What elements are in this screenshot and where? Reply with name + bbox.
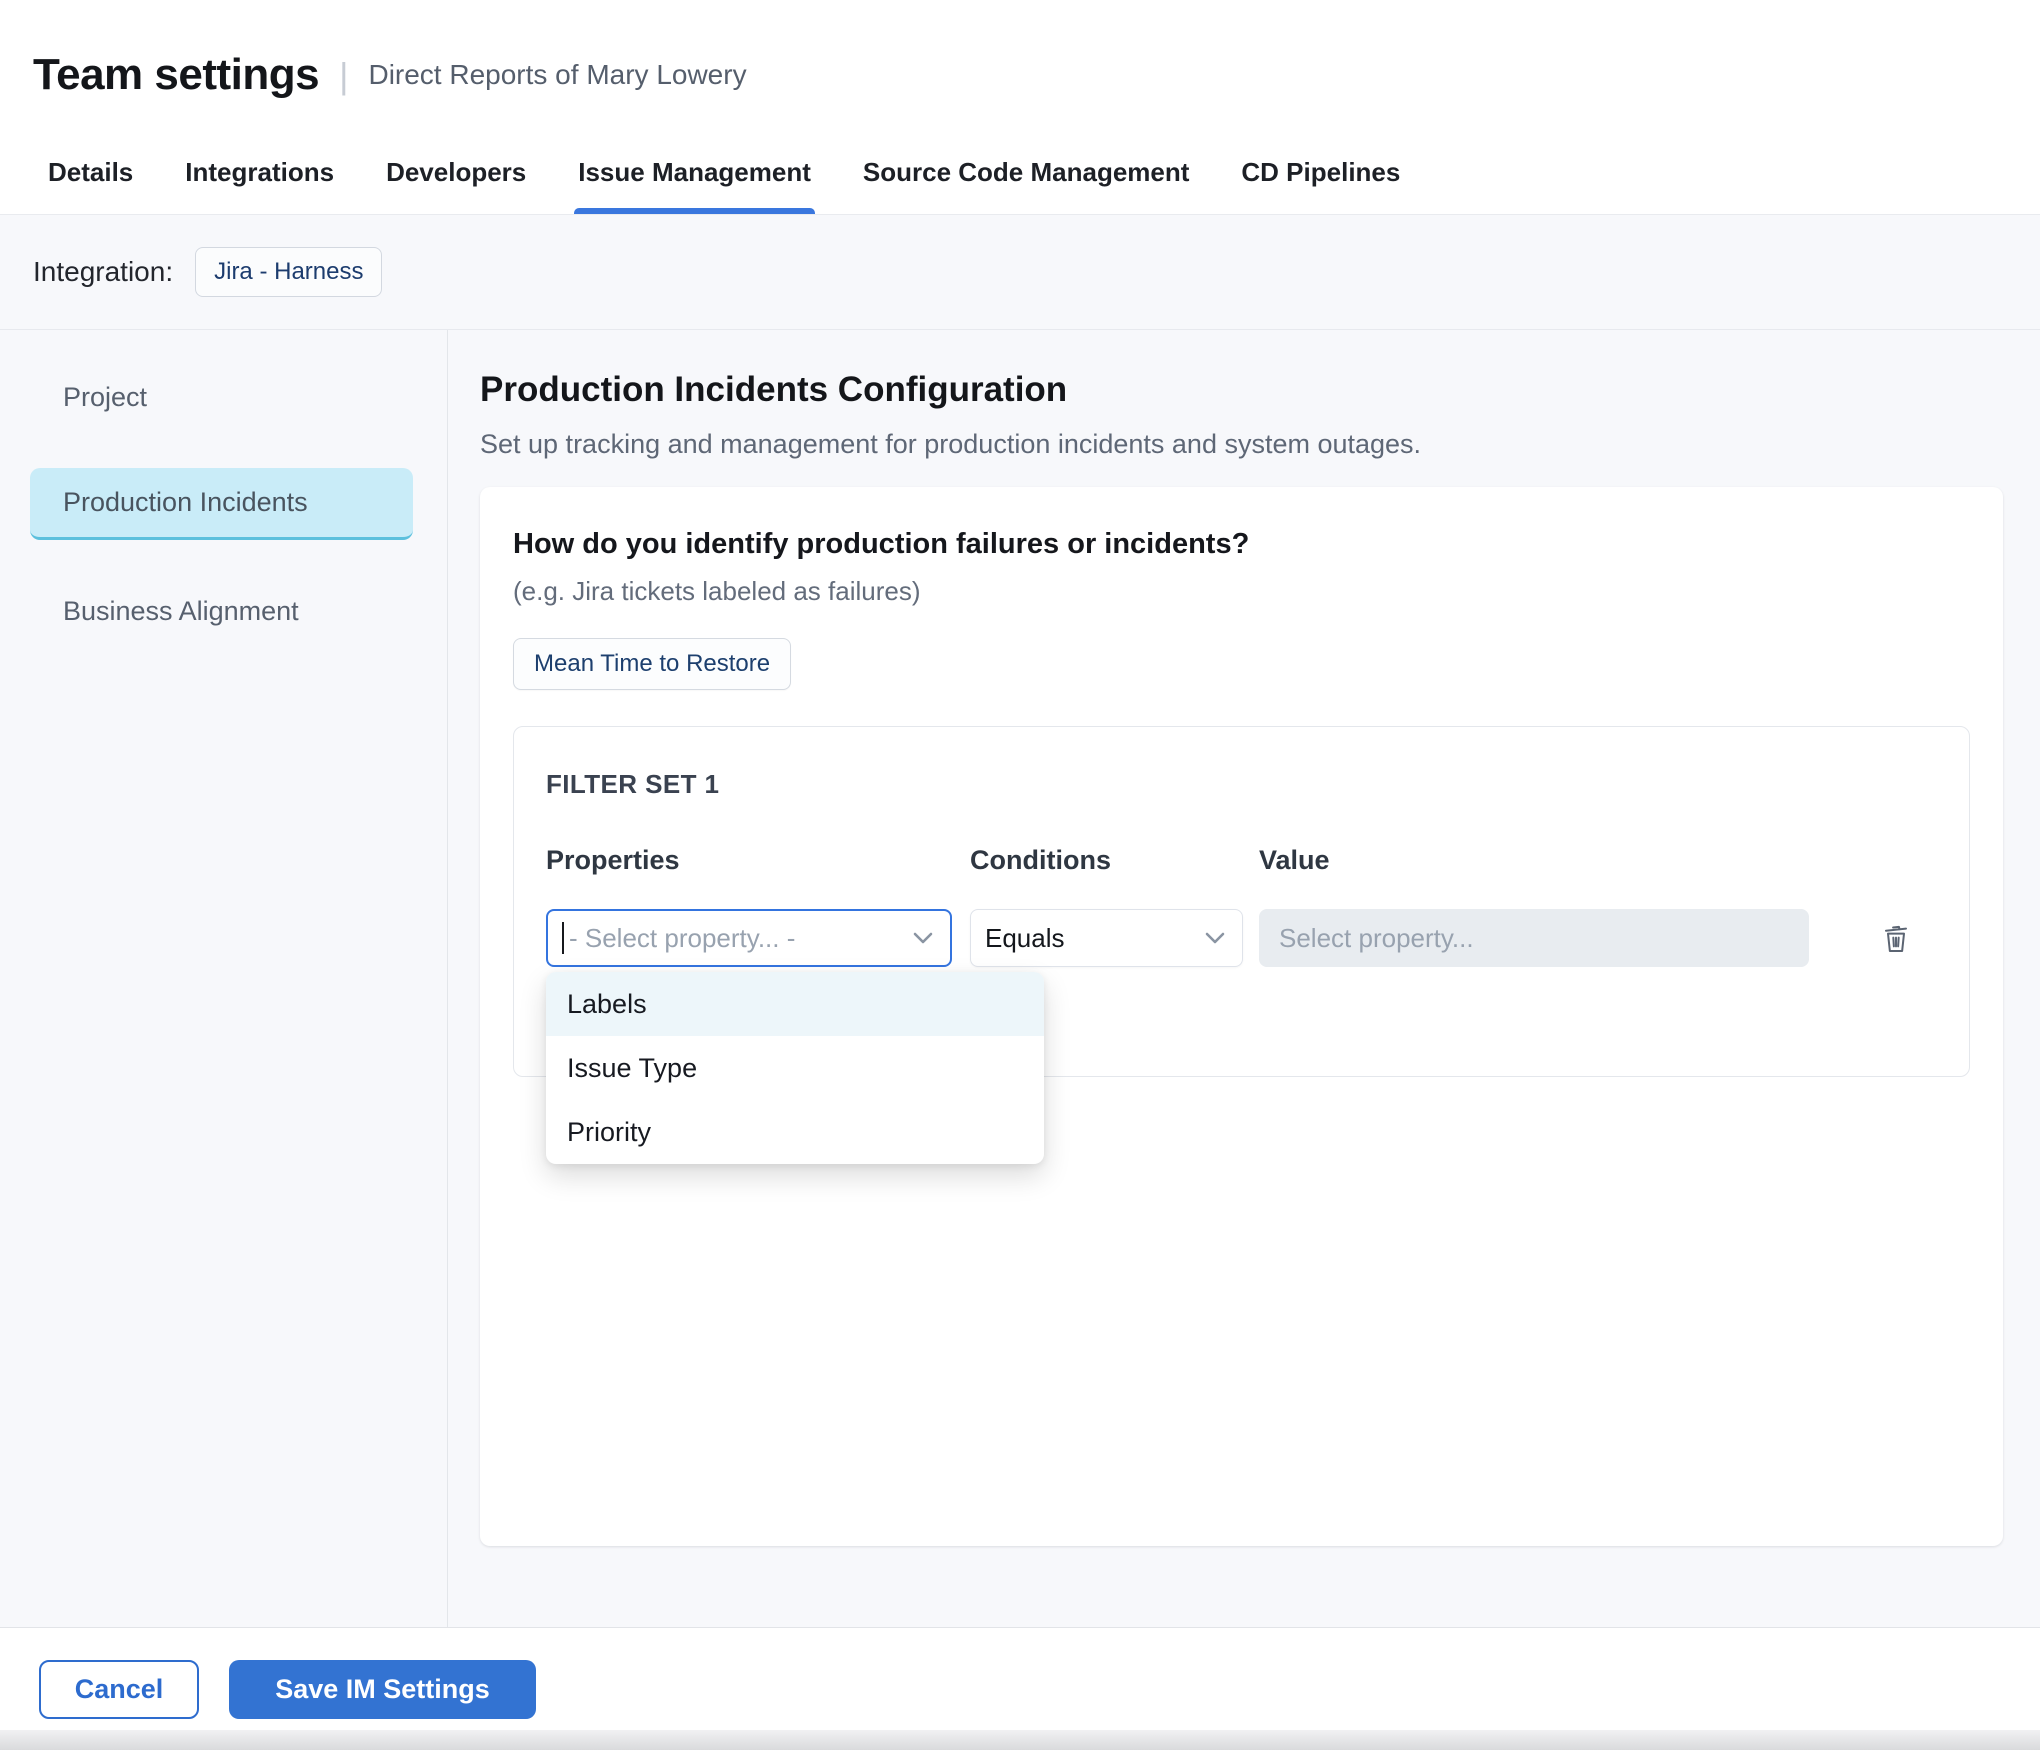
tab-details[interactable]: Details — [46, 157, 135, 214]
column-label-conditions: Conditions — [970, 845, 1243, 876]
dropdown-option-priority[interactable]: Priority — [546, 1100, 1044, 1164]
main-panel: Production Incidents Configuration Set u… — [448, 330, 2040, 1627]
window-bottom-edge — [0, 1730, 2040, 1750]
integration-label: Integration: — [33, 256, 173, 288]
cancel-button[interactable]: Cancel — [39, 1660, 199, 1719]
settings-tab-bar: Details Integrations Developers Issue Ma… — [0, 140, 2040, 215]
properties-select[interactable]: - Select property... - — [546, 909, 952, 967]
footer-action-bar: Cancel Save IM Settings — [0, 1627, 2040, 1750]
chevron-down-icon — [1204, 931, 1226, 945]
mean-time-to-restore-chip[interactable]: Mean Time to Restore — [513, 638, 791, 690]
filter-set-box: FILTER SET 1 Properties Conditions Value… — [513, 726, 1970, 1077]
title-separator: | — [339, 55, 348, 97]
sidebar-item-production-incidents[interactable]: Production Incidents — [30, 468, 413, 540]
page-title: Team settings — [33, 50, 319, 100]
conditions-selected-value: Equals — [985, 923, 1065, 954]
identify-incidents-question: How do you identify production failures … — [513, 528, 1970, 561]
filter-row: - Select property... - Equals Select pro… — [546, 909, 1937, 967]
column-label-value: Value — [1259, 845, 1809, 876]
identify-incidents-hint: (e.g. Jira tickets labeled as failures) — [513, 576, 1970, 607]
properties-dropdown-menu: Labels Issue Type Priority — [546, 972, 1044, 1164]
dropdown-option-labels[interactable]: Labels — [546, 972, 1044, 1036]
section-title: Production Incidents Configuration — [480, 370, 2003, 410]
tab-cd-pipelines[interactable]: CD Pipelines — [1239, 157, 1402, 214]
sidebar-item-project[interactable]: Project — [30, 361, 413, 433]
tab-issue-management[interactable]: Issue Management — [576, 157, 813, 214]
integration-chip-jira-harness[interactable]: Jira - Harness — [195, 247, 382, 297]
settings-sidebar: Project Production Incidents Business Al… — [0, 330, 448, 1627]
conditions-select[interactable]: Equals — [970, 909, 1243, 967]
text-cursor — [562, 922, 564, 954]
tab-developers[interactable]: Developers — [384, 157, 528, 214]
content-area: Project Production Incidents Business Al… — [0, 330, 2040, 1627]
dropdown-option-issue-type[interactable]: Issue Type — [546, 1036, 1044, 1100]
sidebar-item-business-alignment[interactable]: Business Alignment — [30, 575, 413, 647]
team-name-subtitle: Direct Reports of Mary Lowery — [368, 59, 746, 91]
delete-filter-button[interactable] — [1876, 915, 1916, 962]
value-placeholder: Select property... — [1279, 923, 1474, 954]
properties-placeholder: - Select property... - — [569, 923, 795, 954]
save-im-settings-button[interactable]: Save IM Settings — [229, 1660, 536, 1719]
trash-icon — [1880, 919, 1912, 955]
filter-column-headers: Properties Conditions Value — [546, 845, 1937, 876]
column-label-properties: Properties — [546, 845, 952, 876]
tab-integrations[interactable]: Integrations — [183, 157, 336, 214]
integration-bar: Integration: Jira - Harness — [0, 215, 2040, 330]
incidents-config-card: How do you identify production failures … — [480, 487, 2003, 1546]
properties-select-content: - Select property... - — [562, 922, 795, 954]
chevron-down-icon — [912, 931, 934, 945]
filter-set-title: FILTER SET 1 — [546, 769, 1937, 800]
page-header: Team settings | Direct Reports of Mary L… — [0, 0, 2040, 140]
value-field[interactable]: Select property... — [1259, 909, 1809, 967]
section-subtitle: Set up tracking and management for produ… — [480, 429, 2003, 460]
tab-source-code-management[interactable]: Source Code Management — [861, 157, 1192, 214]
